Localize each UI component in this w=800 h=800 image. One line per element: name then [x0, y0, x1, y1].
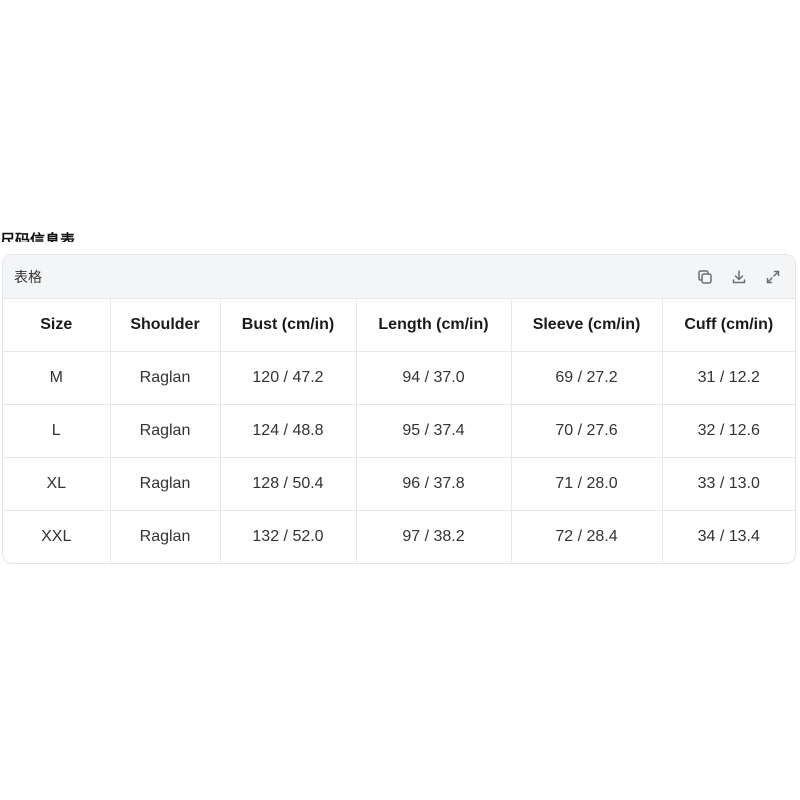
column-header-size: Size	[3, 298, 111, 352]
table-cell: M	[3, 351, 111, 405]
table-card-title: 表格	[14, 269, 42, 286]
table-cell: 69 / 27.2	[511, 351, 663, 405]
copy-icon[interactable]	[695, 267, 715, 287]
table-cell: 72 / 28.4	[511, 510, 663, 563]
table-cell: 120 / 47.2	[220, 351, 357, 405]
table-cell: 124 / 48.8	[220, 404, 357, 458]
expand-icon[interactable]	[763, 267, 783, 287]
table-card: 表格 Size Shoulder Bust (cm/in) Length (cm…	[2, 254, 796, 564]
table-cell: XL	[3, 457, 111, 511]
table-card-header: 表格	[3, 255, 795, 298]
size-table: Size Shoulder Bust (cm/in) Length (cm/in…	[3, 298, 795, 563]
column-header-sleeve: Sleeve (cm/in)	[511, 298, 663, 352]
table-row: L Raglan 124 / 48.8 95 / 37.4 70 / 27.6 …	[3, 404, 795, 458]
table-cell: 96 / 37.8	[356, 457, 512, 511]
table-cell: 31 / 12.2	[662, 351, 795, 405]
column-header-shoulder: Shoulder	[110, 298, 221, 352]
table-cell: 34 / 13.4	[662, 510, 795, 563]
table-cell: XXL	[3, 510, 111, 563]
table-header-row: Size Shoulder Bust (cm/in) Length (cm/in…	[3, 298, 795, 352]
table-cell: Raglan	[110, 457, 221, 511]
table-cell: 128 / 50.4	[220, 457, 357, 511]
table-cell: Raglan	[110, 351, 221, 405]
table-cell: 33 / 13.0	[662, 457, 795, 511]
table-cell: Raglan	[110, 510, 221, 563]
column-header-length: Length (cm/in)	[356, 298, 512, 352]
table-cell: L	[3, 404, 111, 458]
table-row: M Raglan 120 / 47.2 94 / 37.0 69 / 27.2 …	[3, 351, 795, 405]
table-row: XL Raglan 128 / 50.4 96 / 37.8 71 / 28.0…	[3, 457, 795, 511]
table-cell: Raglan	[110, 404, 221, 458]
table-cell: 71 / 28.0	[511, 457, 663, 511]
section-heading: 尺码信息表	[0, 231, 76, 242]
table-cell: 70 / 27.6	[511, 404, 663, 458]
table-cell: 32 / 12.6	[662, 404, 795, 458]
table-cell: 94 / 37.0	[356, 351, 512, 405]
column-header-cuff: Cuff (cm/in)	[662, 298, 795, 352]
table-cell: 132 / 52.0	[220, 510, 357, 563]
table-cell: 95 / 37.4	[356, 404, 512, 458]
table-cell: 97 / 38.2	[356, 510, 512, 563]
table-row: XXL Raglan 132 / 52.0 97 / 38.2 72 / 28.…	[3, 510, 795, 563]
download-icon[interactable]	[729, 267, 749, 287]
column-header-bust: Bust (cm/in)	[220, 298, 357, 352]
table-card-actions	[695, 267, 783, 287]
